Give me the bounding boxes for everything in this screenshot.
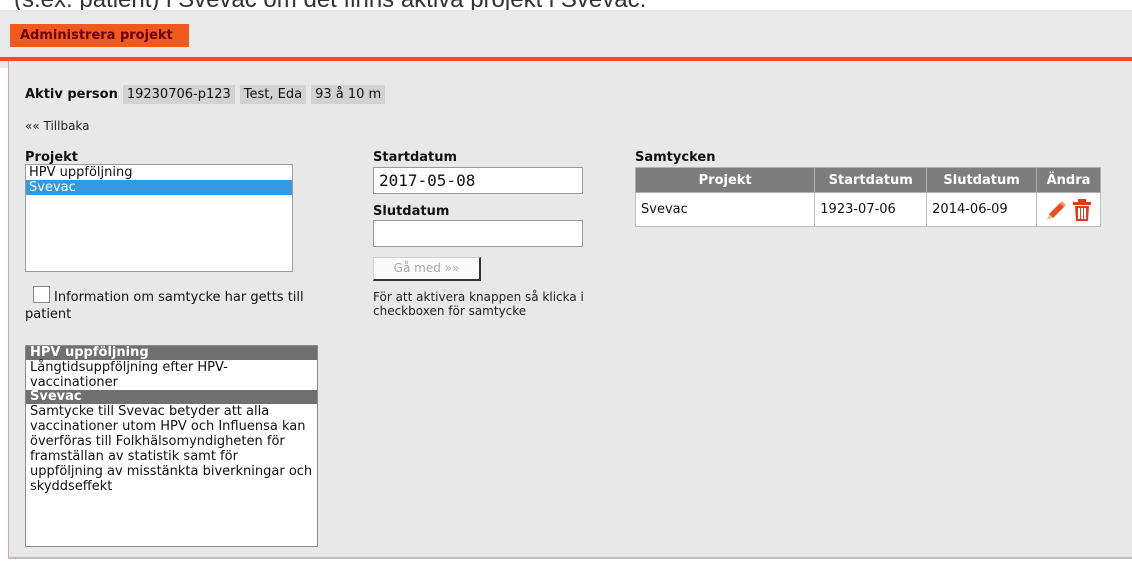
bottom-divider [8, 557, 1132, 559]
pencil-icon[interactable] [1045, 198, 1067, 222]
start-date-input[interactable]: 2017-05-08 [373, 167, 583, 194]
cell-start-date: 1923-07-06 [814, 192, 928, 227]
join-help-text: För att aktivera knappen så klicka i che… [373, 290, 584, 318]
info-title-svevac: Svevac [26, 390, 317, 404]
join-button[interactable]: Gå med »» [373, 257, 481, 281]
projects-label: Projekt [25, 150, 79, 165]
start-date-label: Startdatum [373, 150, 458, 165]
column-header-project: Projekt [634, 167, 816, 193]
project-info-box: HPV uppföljning Långtidsuppföljning efte… [25, 345, 318, 547]
column-header-edit: Ändra [1036, 167, 1101, 193]
info-text-svevac: Samtycke till Svevac betyder att alla va… [30, 404, 313, 494]
consent-checkbox-row: Information om samtycke har getts till p… [25, 286, 315, 323]
project-option-hpv[interactable]: HPV uppföljning [26, 165, 292, 180]
active-person-label: Aktiv person [25, 87, 118, 102]
trash-icon[interactable] [1071, 198, 1093, 222]
cell-end-date: 2014-06-09 [926, 192, 1037, 227]
page-header: Administrera projekt [0, 10, 1132, 68]
person-id: 19230706-p123 [122, 85, 235, 104]
person-age: 93 å 10 m [311, 85, 386, 104]
consent-checkbox[interactable] [33, 286, 50, 303]
table-row: Svevac 1923-07-06 2014-06-09 [634, 192, 1101, 227]
end-date-input[interactable] [373, 220, 583, 247]
header-tab[interactable]: Administrera projekt [10, 24, 189, 47]
consents-table: Projekt Startdatum Slutdatum Ändra Sveva… [634, 167, 1101, 227]
end-date-label: Slutdatum [373, 204, 450, 219]
info-title-hpv: HPV uppföljning [26, 346, 317, 360]
column-header-end: Slutdatum [926, 167, 1037, 193]
info-text-hpv: Långtidsuppföljning efter HPV-vaccinatio… [30, 360, 228, 390]
consents-label: Samtycken [635, 150, 716, 165]
project-option-svevac[interactable]: Svevac [26, 180, 292, 195]
table-header-row: Projekt Startdatum Slutdatum Ändra [634, 167, 1101, 193]
consent-checkbox-label: Information om samtycke har getts till p… [25, 290, 304, 322]
back-link[interactable]: «« Tillbaka [25, 119, 90, 133]
cell-actions [1036, 192, 1101, 227]
column-header-start: Startdatum [814, 167, 928, 193]
cell-project: Svevac [634, 192, 816, 227]
main-content: Aktiv person 19230706-p123 Test, Eda 93 … [8, 61, 1132, 557]
person-name: Test, Eda [239, 85, 307, 104]
active-person: Aktiv person 19230706-p123 Test, Eda 93 … [25, 85, 386, 104]
projects-listbox[interactable]: HPV uppföljning Svevac [25, 164, 293, 272]
